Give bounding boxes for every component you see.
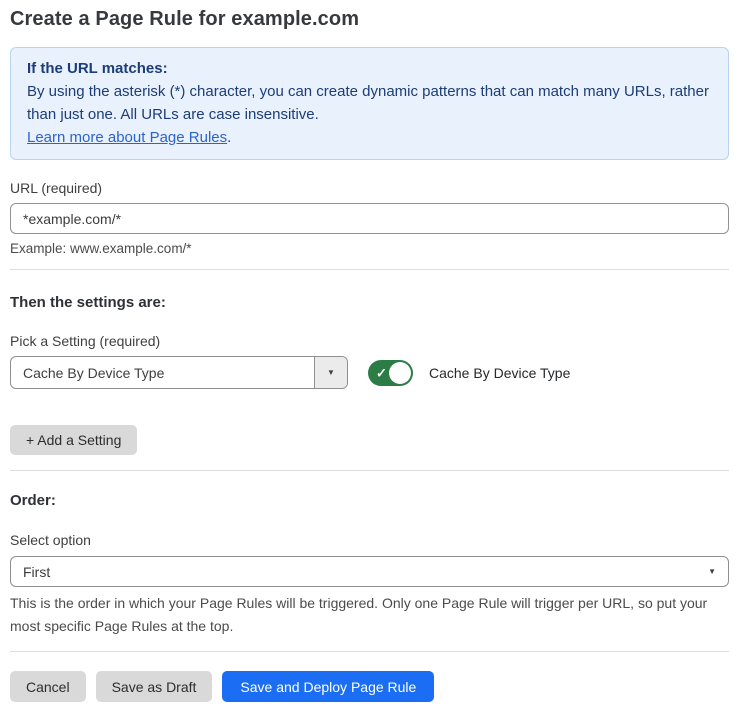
setting-dropdown-arrow-button[interactable]: ▼	[314, 357, 347, 388]
page-rule-form: Create a Page Rule for example.com If th…	[0, 0, 750, 722]
info-box-body: By using the asterisk (*) character, you…	[27, 80, 712, 126]
footer-actions: Cancel Save as Draft Save and Deploy Pag…	[10, 671, 729, 702]
info-box-heading: If the URL matches:	[27, 57, 712, 80]
setting-dropdown[interactable]: Cache By Device Type ▼	[10, 356, 348, 389]
learn-more-link[interactable]: Learn more about Page Rules	[27, 129, 227, 146]
toggle-label: Cache By Device Type	[429, 365, 570, 381]
divider	[10, 269, 729, 270]
cache-by-device-toggle[interactable]: ✓	[368, 360, 413, 386]
check-icon: ✓	[376, 366, 387, 379]
order-section-heading: Order:	[10, 492, 729, 509]
url-label: URL (required)	[10, 180, 729, 196]
setting-row: Cache By Device Type ▼ ✓ Cache By Device…	[10, 356, 729, 389]
order-select-wrap: First ▼	[10, 556, 729, 587]
url-input[interactable]	[10, 203, 729, 234]
chevron-down-icon: ▼	[327, 369, 335, 377]
order-helper-text: This is the order in which your Page Rul…	[10, 592, 729, 638]
pick-setting-label: Pick a Setting (required)	[10, 333, 729, 349]
save-and-deploy-button[interactable]: Save and Deploy Page Rule	[222, 671, 434, 702]
divider	[10, 470, 729, 471]
select-option-label: Select option	[10, 532, 729, 548]
toggle-knob	[389, 362, 411, 384]
url-helper: Example: www.example.com/*	[10, 241, 729, 256]
url-match-info-box: If the URL matches: By using the asteris…	[10, 47, 729, 160]
save-as-draft-button[interactable]: Save as Draft	[96, 671, 213, 702]
cancel-button[interactable]: Cancel	[10, 671, 86, 702]
add-setting-button[interactable]: + Add a Setting	[10, 425, 137, 455]
page-title: Create a Page Rule for example.com	[10, 8, 729, 31]
info-box-link-line: Learn more about Page Rules.	[27, 126, 712, 149]
divider	[10, 651, 729, 652]
setting-dropdown-value: Cache By Device Type	[11, 357, 314, 388]
link-suffix: .	[227, 129, 231, 146]
order-select[interactable]: First	[10, 556, 729, 587]
chevron-down-icon: ▼	[708, 568, 716, 576]
settings-section-heading: Then the settings are:	[10, 294, 729, 311]
order-select-value: First	[23, 564, 50, 580]
